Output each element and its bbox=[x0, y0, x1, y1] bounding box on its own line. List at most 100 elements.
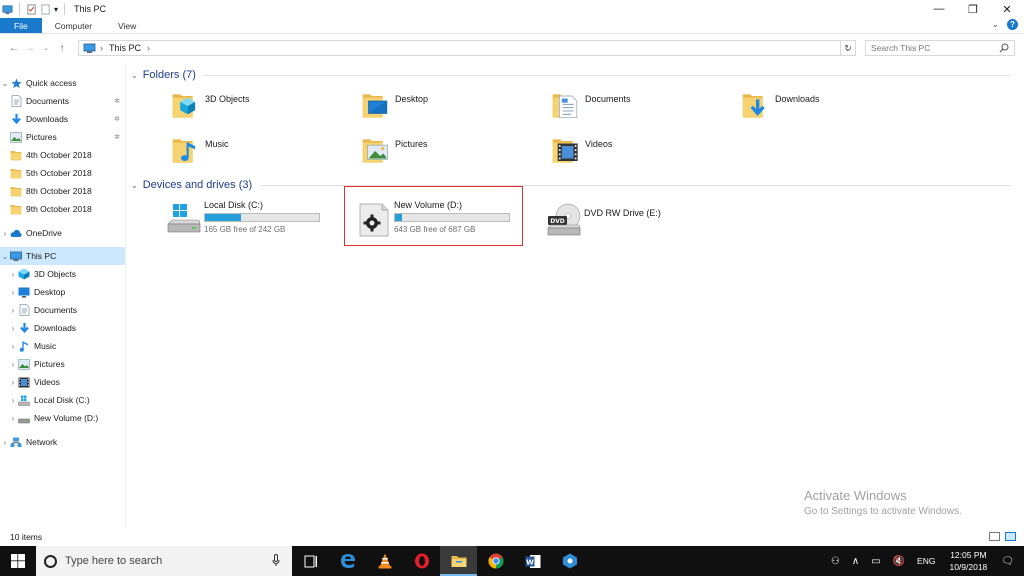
folder-tile[interactable]: Pictures bbox=[361, 135, 541, 171]
taskbar-file-explorer[interactable] bbox=[440, 546, 477, 576]
back-button[interactable]: ← bbox=[6, 43, 22, 54]
sidebar-item-pc[interactable]: › Desktop bbox=[0, 283, 125, 301]
navigation-pane: ⌄ Quick access Documents ✲ Downloads ✲ Pictu… bbox=[0, 64, 126, 528]
drive-tile-c[interactable]: Local Disk (C:) 165 GB free of 242 GB bbox=[166, 198, 346, 250]
tab-view[interactable]: View bbox=[105, 18, 149, 33]
sidebar-item-quick[interactable]: 8th October 2018 bbox=[0, 182, 125, 200]
folders-group-header[interactable]: ⌄ Folders (7) bbox=[131, 69, 1011, 81]
folder-tile[interactable]: Downloads bbox=[741, 90, 921, 126]
this-pc-icon bbox=[83, 43, 96, 53]
forward-button[interactable]: → bbox=[22, 43, 38, 54]
language-indicator[interactable]: ENG bbox=[917, 556, 935, 566]
sidebar-item-pc[interactable]: › Videos bbox=[0, 373, 125, 391]
pin-icon[interactable]: ✲ bbox=[114, 115, 120, 123]
folder-tile[interactable]: Music bbox=[171, 135, 351, 171]
sidebar-item-quick[interactable]: 4th October 2018 bbox=[0, 146, 125, 164]
collapse-chevron-icon[interactable]: ⌄ bbox=[0, 252, 10, 261]
taskbar-edge[interactable] bbox=[329, 546, 366, 576]
address-bar[interactable]: › This PC › ⌄ bbox=[78, 40, 856, 56]
sidebar-item-pc[interactable]: › New Volume (D:) bbox=[0, 409, 125, 427]
folder-tile[interactable]: Desktop bbox=[361, 90, 541, 126]
expand-chevron-icon[interactable]: › bbox=[8, 396, 18, 405]
microphone-icon[interactable] bbox=[272, 554, 280, 567]
large-icons-view-icon[interactable] bbox=[1005, 532, 1016, 541]
sidebar-item-label: Local Disk (C:) bbox=[34, 395, 90, 405]
svg-text:DVD: DVD bbox=[550, 218, 565, 225]
expand-chevron-icon[interactable]: › bbox=[8, 270, 18, 279]
battery-icon[interactable]: ▭ bbox=[871, 556, 880, 567]
task-view-button[interactable] bbox=[292, 546, 329, 576]
sidebar-item-pc[interactable]: › Documents bbox=[0, 301, 125, 319]
sidebar-item-pc[interactable]: › Local Disk (C:) bbox=[0, 391, 125, 409]
sidebar-item-label: 8th October 2018 bbox=[26, 186, 92, 196]
clock[interactable]: 12:05 PM 10/9/2018 bbox=[949, 549, 987, 573]
sidebar-item-label: 9th October 2018 bbox=[26, 204, 92, 214]
sidebar-item-quick[interactable]: 5th October 2018 bbox=[0, 164, 125, 182]
expand-chevron-icon[interactable]: › bbox=[8, 324, 18, 333]
folder-tile[interactable]: 3D Objects bbox=[171, 90, 351, 126]
sidebar-item-quick[interactable]: Downloads ✲ bbox=[0, 110, 125, 128]
sidebar-item-pc[interactable]: › 3D Objects bbox=[0, 265, 125, 283]
volume-muted-icon[interactable]: 🔇 bbox=[893, 556, 905, 567]
sidebar-item-label: Quick access bbox=[26, 78, 77, 88]
minimize-button[interactable]: — bbox=[922, 0, 956, 18]
start-button[interactable] bbox=[0, 546, 36, 576]
expand-chevron-icon[interactable]: › bbox=[0, 229, 10, 238]
pin-icon[interactable]: ✲ bbox=[114, 133, 120, 141]
new-folder-icon[interactable] bbox=[40, 3, 51, 15]
expand-chevron-icon[interactable]: › bbox=[8, 414, 18, 423]
taskbar-chrome[interactable] bbox=[477, 546, 514, 576]
sidebar-item-quick-access[interactable]: ⌄ Quick access bbox=[0, 74, 125, 92]
details-view-icon[interactable] bbox=[989, 532, 1000, 541]
taskbar-opera[interactable] bbox=[403, 546, 440, 576]
sidebar-item-onedrive[interactable]: › OneDrive bbox=[0, 224, 125, 242]
expand-chevron-icon[interactable]: › bbox=[8, 378, 18, 387]
tab-file[interactable]: File bbox=[0, 18, 42, 33]
help-icon[interactable]: ? bbox=[1007, 19, 1018, 30]
show-hidden-icons-chevron-icon[interactable]: ∧ bbox=[852, 556, 859, 567]
sidebar-item-pc[interactable]: › Pictures bbox=[0, 355, 125, 373]
expand-chevron-icon[interactable]: › bbox=[8, 342, 18, 351]
folder-tile[interactable]: Documents bbox=[551, 90, 731, 126]
pin-icon[interactable]: ✲ bbox=[114, 97, 120, 105]
restore-button[interactable]: ❐ bbox=[956, 0, 990, 18]
sidebar-item-quick[interactable]: Pictures ✲ bbox=[0, 128, 125, 146]
tab-computer[interactable]: Computer bbox=[42, 18, 105, 33]
sidebar-item-label: Pictures bbox=[34, 359, 65, 369]
recent-locations-chevron-icon[interactable]: ⌄ bbox=[38, 44, 54, 52]
group-collapse-chevron-icon[interactable]: ⌄ bbox=[131, 71, 138, 80]
sidebar-item-pc[interactable]: › Music bbox=[0, 337, 125, 355]
collapse-chevron-icon[interactable]: ⌄ bbox=[0, 79, 10, 88]
taskbar-search-box[interactable]: Type here to search bbox=[36, 546, 292, 576]
sidebar-item-pc[interactable]: › Downloads bbox=[0, 319, 125, 337]
expand-ribbon-chevron-icon[interactable]: ⌄ bbox=[991, 19, 999, 30]
properties-icon[interactable] bbox=[26, 3, 37, 15]
sidebar-item-this-pc[interactable]: ⌄ This PC bbox=[0, 247, 125, 265]
sidebar-item-network[interactable]: › Network bbox=[0, 433, 125, 451]
folder-tile[interactable]: Videos bbox=[551, 135, 731, 171]
people-icon[interactable]: ⚇ bbox=[831, 556, 840, 567]
group-title: Devices and drives (3) bbox=[142, 179, 253, 191]
taskbar-word[interactable]: W bbox=[514, 546, 551, 576]
group-collapse-chevron-icon[interactable]: ⌄ bbox=[131, 181, 138, 190]
watermark-subtitle: Go to Settings to activate Windows. bbox=[804, 506, 962, 517]
drives-group-header[interactable]: ⌄ Devices and drives (3) bbox=[131, 179, 1011, 191]
expand-chevron-icon[interactable]: › bbox=[8, 360, 18, 369]
taskbar-app[interactable] bbox=[551, 546, 588, 576]
action-center-icon[interactable]: 🗨 bbox=[1001, 556, 1014, 567]
sidebar-item-quick[interactable]: 9th October 2018 bbox=[0, 200, 125, 218]
highlight-box bbox=[344, 186, 523, 246]
sidebar-item-quick[interactable]: Documents ✲ bbox=[0, 92, 125, 110]
expand-chevron-icon[interactable]: › bbox=[0, 438, 10, 447]
breadcrumb-this-pc[interactable]: This PC bbox=[109, 43, 141, 53]
expand-chevron-icon[interactable]: › bbox=[8, 306, 18, 315]
customize-toolbar-chevron-icon[interactable]: ▾ bbox=[54, 5, 58, 14]
drive-tile-e[interactable]: DVD DVD RW Drive (E:) bbox=[546, 198, 726, 250]
taskbar-vlc[interactable] bbox=[366, 546, 403, 576]
refresh-button[interactable]: ↻ bbox=[840, 40, 856, 56]
expand-chevron-icon[interactable]: › bbox=[8, 288, 18, 297]
search-input[interactable]: Search This PC bbox=[865, 40, 1015, 56]
up-button[interactable]: ↑ bbox=[54, 43, 70, 54]
close-button[interactable]: ✕ bbox=[990, 0, 1024, 18]
opera-icon bbox=[414, 553, 429, 569]
